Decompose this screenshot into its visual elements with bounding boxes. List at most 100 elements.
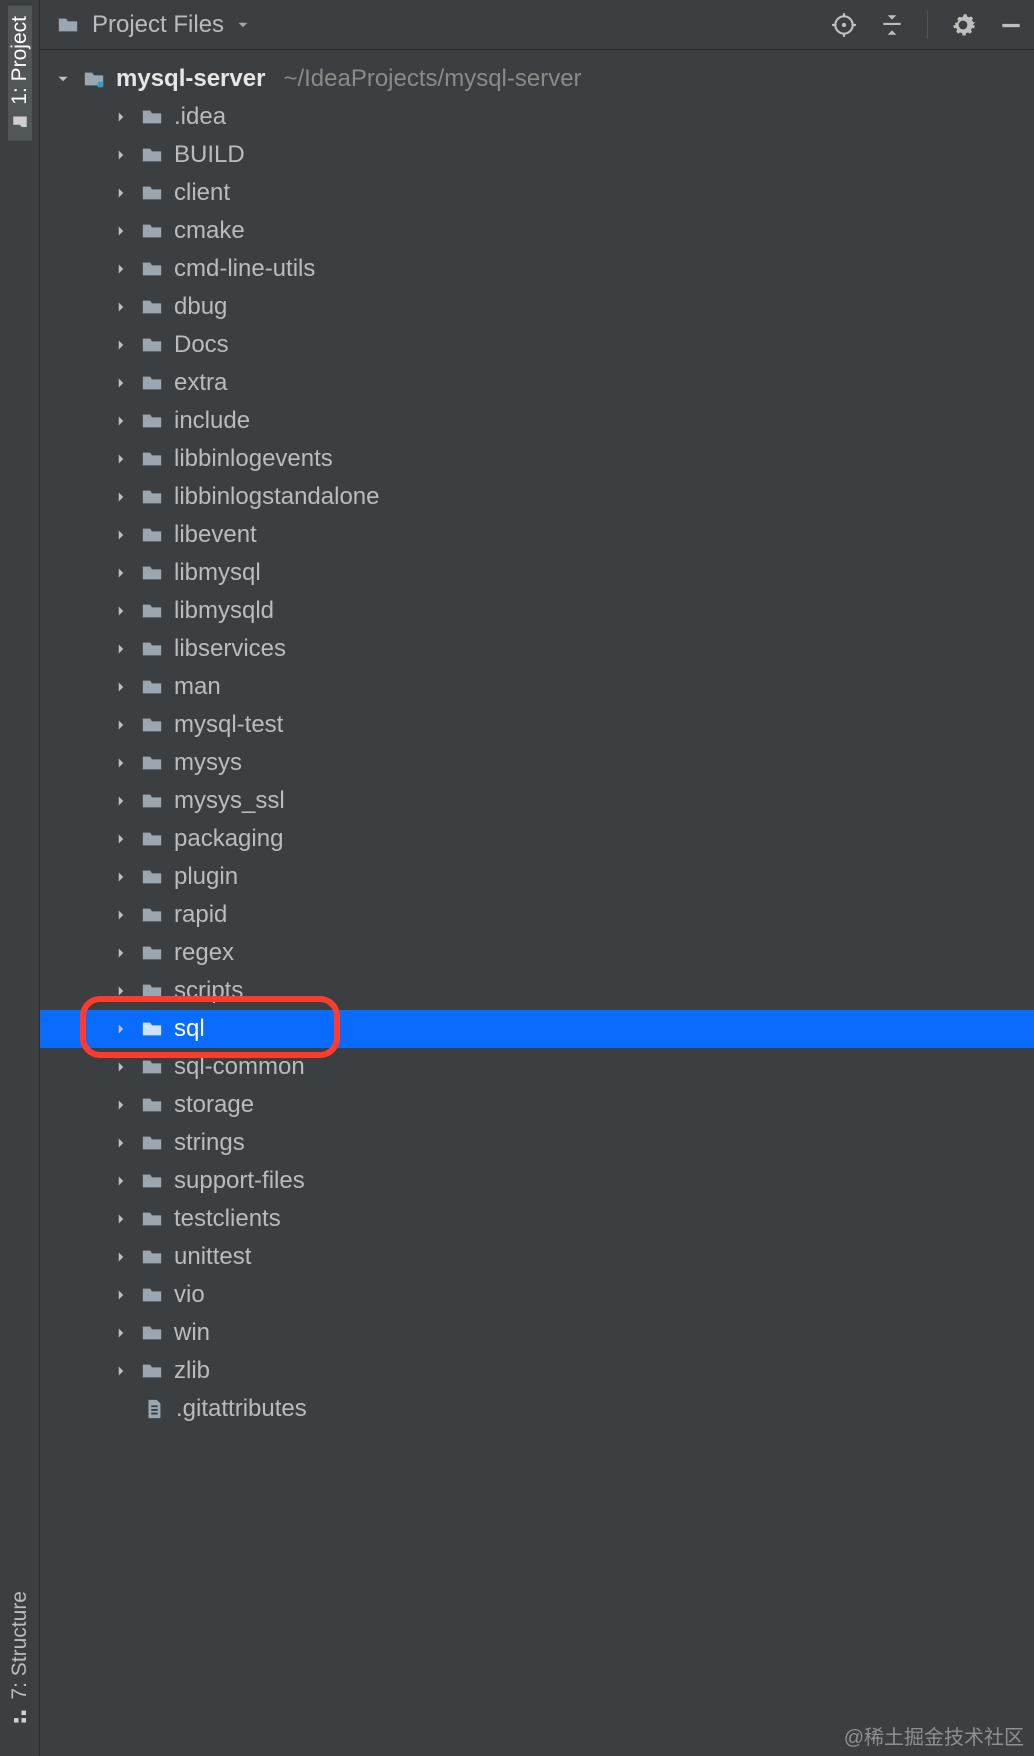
tree-folder-row[interactable]: man: [40, 668, 1034, 706]
folder-icon: [138, 141, 166, 169]
arrow-collapsed-icon[interactable]: [110, 1170, 132, 1192]
arrow-collapsed-icon[interactable]: [110, 524, 132, 546]
tree-folder-row[interactable]: scripts: [40, 972, 1034, 1010]
tree-folder-label: mysys: [174, 749, 242, 777]
project-tree[interactable]: mysql-server ~/IdeaProjects/mysql-server…: [40, 50, 1034, 1756]
tree-folder-row[interactable]: libbinlogstandalone: [40, 478, 1034, 516]
arrow-collapsed-icon[interactable]: [110, 334, 132, 356]
side-tab-project[interactable]: 1: Project: [8, 6, 32, 141]
tree-folder-label: cmake: [174, 217, 245, 245]
arrow-collapsed-icon[interactable]: [110, 1246, 132, 1268]
folder-icon: [138, 369, 166, 397]
gear-icon[interactable]: [950, 12, 976, 38]
arrow-collapsed-icon[interactable]: [110, 448, 132, 470]
arrow-collapsed-icon[interactable]: [110, 410, 132, 432]
minimize-icon[interactable]: [998, 12, 1024, 38]
arrow-collapsed-icon[interactable]: [110, 828, 132, 850]
folder-icon: [138, 1015, 166, 1043]
arrow-collapsed-icon[interactable]: [110, 220, 132, 242]
arrow-collapsed-icon[interactable]: [110, 296, 132, 318]
arrow-collapsed-icon[interactable]: [110, 790, 132, 812]
tree-folder-row[interactable]: mysys: [40, 744, 1034, 782]
arrow-collapsed-icon[interactable]: [110, 600, 132, 622]
tree-folder-row[interactable]: libbinlogevents: [40, 440, 1034, 478]
arrow-expanded-icon[interactable]: [52, 68, 74, 90]
arrow-collapsed-icon[interactable]: [110, 1360, 132, 1382]
tree-folder-row[interactable]: win: [40, 1314, 1034, 1352]
tree-folder-label: BUILD: [174, 141, 245, 169]
tree-folder-row[interactable]: .idea: [40, 98, 1034, 136]
arrow-collapsed-icon[interactable]: [110, 904, 132, 926]
arrow-collapsed-icon[interactable]: [110, 258, 132, 280]
folder-icon: [138, 179, 166, 207]
tree-folder-row[interactable]: dbug: [40, 288, 1034, 326]
tree-folder-row[interactable]: support-files: [40, 1162, 1034, 1200]
tree-folder-label: libmysql: [174, 559, 261, 587]
tree-folder-row[interactable]: unittest: [40, 1238, 1034, 1276]
tree-folder-row[interactable]: rapid: [40, 896, 1034, 934]
tree-folder-row[interactable]: mysys_ssl: [40, 782, 1034, 820]
folder-icon: [138, 673, 166, 701]
arrow-collapsed-icon[interactable]: [110, 182, 132, 204]
arrow-collapsed-icon[interactable]: [110, 942, 132, 964]
locate-icon[interactable]: [831, 12, 857, 38]
tree-folder-row[interactable]: storage: [40, 1086, 1034, 1124]
arrow-collapsed-icon[interactable]: [110, 752, 132, 774]
tree-folder-row[interactable]: Docs: [40, 326, 1034, 364]
tree-folder-row[interactable]: libmysql: [40, 554, 1034, 592]
arrow-collapsed-icon[interactable]: [110, 562, 132, 584]
tree-folder-row[interactable]: client: [40, 174, 1034, 212]
arrow-collapsed-icon[interactable]: [110, 676, 132, 698]
tree-folder-row[interactable]: mysql-test: [40, 706, 1034, 744]
tree-folder-row[interactable]: testclients: [40, 1200, 1034, 1238]
tree-folder-row[interactable]: BUILD: [40, 136, 1034, 174]
tree-folder-label: rapid: [174, 901, 227, 929]
tool-window-bar: 1: Project 7: Structure: [0, 0, 40, 1756]
tree-folder-row[interactable]: zlib: [40, 1352, 1034, 1390]
tree-folder-row[interactable]: libevent: [40, 516, 1034, 554]
project-view-dropdown[interactable]: Project Files: [54, 11, 252, 39]
arrow-collapsed-icon[interactable]: [110, 372, 132, 394]
arrow-collapsed-icon[interactable]: [110, 714, 132, 736]
tree-root-row[interactable]: mysql-server ~/IdeaProjects/mysql-server: [40, 60, 1034, 98]
arrow-collapsed-icon[interactable]: [110, 866, 132, 888]
arrow-collapsed-icon[interactable]: [110, 1208, 132, 1230]
tree-folder-row[interactable]: regex: [40, 934, 1034, 972]
folder-icon: [138, 1129, 166, 1157]
arrow-collapsed-icon[interactable]: [110, 1018, 132, 1040]
tree-folder-row[interactable]: cmake: [40, 212, 1034, 250]
arrow-collapsed-icon[interactable]: [110, 980, 132, 1002]
arrow-collapsed-icon[interactable]: [110, 1132, 132, 1154]
tree-folder-row[interactable]: packaging: [40, 820, 1034, 858]
tree-folder-row[interactable]: libservices: [40, 630, 1034, 668]
tree-folder-row[interactable]: cmd-line-utils: [40, 250, 1034, 288]
tree-folder-label: mysql-test: [174, 711, 283, 739]
folder-icon: [138, 901, 166, 929]
side-tab-structure[interactable]: 7: Structure: [8, 1581, 32, 1736]
arrow-collapsed-icon[interactable]: [110, 144, 132, 166]
collapse-all-icon[interactable]: [879, 12, 905, 38]
folder-icon: [138, 1281, 166, 1309]
tree-folder-row[interactable]: include: [40, 402, 1034, 440]
tree-folder-row[interactable]: libmysqld: [40, 592, 1034, 630]
tree-folder-row[interactable]: sql: [40, 1010, 1034, 1048]
arrow-collapsed-icon[interactable]: [110, 638, 132, 660]
tree-folder-row[interactable]: sql-common: [40, 1048, 1034, 1086]
arrow-collapsed-icon[interactable]: [110, 106, 132, 128]
tree-folder-label: .idea: [174, 103, 226, 131]
folder-icon: [138, 939, 166, 967]
folder-icon: [138, 711, 166, 739]
tree-folder-row[interactable]: plugin: [40, 858, 1034, 896]
arrow-collapsed-icon[interactable]: [110, 1284, 132, 1306]
tree-folder-row[interactable]: strings: [40, 1124, 1034, 1162]
tree-folder-row[interactable]: extra: [40, 364, 1034, 402]
tree-folder-label: libbinlogevents: [174, 445, 333, 473]
arrow-collapsed-icon[interactable]: [110, 486, 132, 508]
arrow-collapsed-icon[interactable]: [110, 1322, 132, 1344]
tree-folder-label: plugin: [174, 863, 238, 891]
arrow-collapsed-icon[interactable]: [110, 1056, 132, 1078]
tree-folder-row[interactable]: vio: [40, 1276, 1034, 1314]
tree-file-row[interactable]: .gitattributes: [40, 1390, 1034, 1428]
tree-folder-label: client: [174, 179, 230, 207]
arrow-collapsed-icon[interactable]: [110, 1094, 132, 1116]
